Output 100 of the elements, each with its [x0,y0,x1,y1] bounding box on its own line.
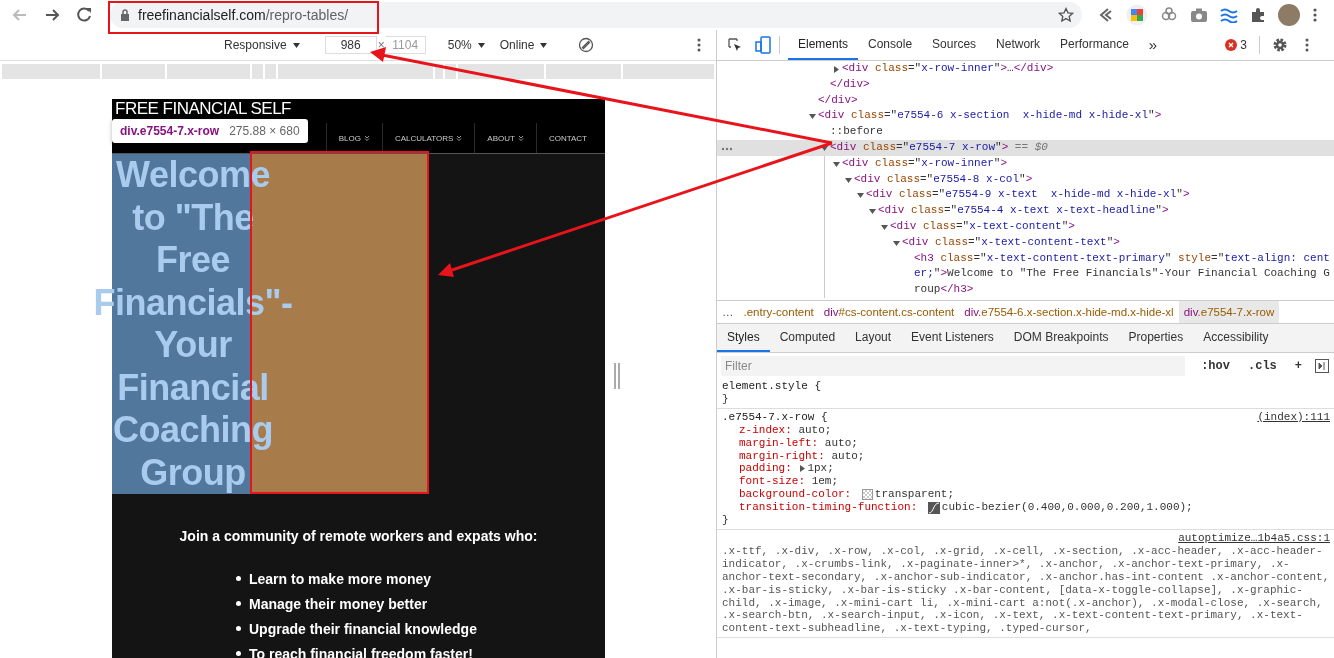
expand-arrow-icon[interactable] [831,65,841,74]
devtools-tab[interactable]: Performance [1050,30,1139,60]
resize-handle[interactable] [614,363,620,389]
zoom-dropdown[interactable]: 50% [443,36,490,54]
dom-node[interactable]: <div class="x-text-content-text"> [717,234,1334,251]
styles-tab[interactable]: Styles [717,324,770,352]
color-swatch[interactable] [861,489,873,501]
address-bar[interactable]: freefinancialself.com/repro-tables/ [110,2,1082,28]
puzzle-icon[interactable] [1250,7,1266,23]
styles-tab[interactable]: Computed [769,324,846,352]
dropdown-arrow-icon[interactable] [539,40,549,50]
toolbar-button[interactable]: :hov [1199,358,1232,373]
dom-node[interactable]: <div class="x-row-inner"> [717,155,1334,172]
menu-icon[interactable] [1312,7,1318,23]
dom-node[interactable]: </div> [717,76,1334,93]
toolbar-button[interactable]: .cls [1246,358,1279,373]
source-link[interactable]: (index):111 [1257,410,1330,424]
breadcrumb[interactable]: .entry-content [738,301,819,323]
double-chevron-icon [456,135,463,141]
inspect-icon[interactable] [727,37,743,53]
avatar-icon[interactable] [1278,4,1300,26]
closing-brace: } [722,392,730,406]
css-declaration[interactable]: transition-timing-function: cubic-bezier(0.400,0.000,0.200,1.000); [722,501,1330,515]
headline-line: Group [140,451,246,494]
breadcrumb[interactable]: div.e7554-7.x-row [1178,301,1280,323]
nav-link[interactable]: BLOG [325,123,382,153]
expand-arrow-icon[interactable] [831,159,841,169]
site-logo[interactable]: FREE FINANCIAL SELF [112,99,291,118]
throttling-dropdown[interactable]: Online [495,36,553,54]
nav-link[interactable]: CALCULATORS [381,123,475,153]
breadcrumb[interactable]: … [717,301,739,323]
expand-arrow-icon[interactable] [867,207,877,217]
expand-arrow-icon[interactable] [891,238,901,248]
css-selector: element.style { [722,380,822,393]
easing-icon[interactable] [927,501,940,514]
dom-node[interactable]: </div> [717,92,1334,109]
devtools-tab[interactable]: Elements [788,30,859,60]
rotate-icon[interactable] [578,37,595,53]
nav-link[interactable]: ABOUT [474,123,536,153]
dom-node[interactable]: <h3 class="x-text-content-text-primary" style="text-align: center;">Welcome to "The Free Financials"-Your Financial Coaching Group</h3> [717,250,1334,298]
expand-arrow-icon[interactable] [798,464,808,474]
bullet-icon [236,576,241,581]
width-field[interactable]: 986 [324,36,377,54]
reload-icon[interactable] [74,5,94,25]
closing-brace: } [722,514,730,527]
extension-icon[interactable] [1220,7,1238,23]
devtools-tab[interactable]: Console [858,30,923,60]
dom-node[interactable]: <div class="x-text-content"> [717,218,1334,235]
media-query-bar[interactable] [2,64,714,79]
lock-icon [120,9,130,21]
error-icon [1225,39,1238,51]
sidebar-toggle-icon[interactable] [1314,357,1330,374]
css-declaration[interactable]: margin-right: auto; [722,449,1330,463]
dropdown-arrow-icon[interactable] [476,40,486,50]
styles-tab[interactable]: Accessibility [1193,324,1279,352]
device-dropdown[interactable]: Responsive [220,36,305,54]
more-icon[interactable] [721,147,733,151]
expand-arrow-icon[interactable] [807,112,817,122]
styles-tab[interactable]: Layout [845,324,902,352]
styles-tab[interactable]: Properties [1118,324,1194,352]
tooltip-selector: div.e7554-7.x-row [120,124,220,138]
dom-node[interactable]: <div class="e7554-7 x-row"> == $0 [717,140,1334,156]
dom-node[interactable]: <div class="e7554-9 x-text x-hide-md x-hide-xl"> [717,187,1334,204]
list-item-text: To reach financial freedom faster! [249,645,473,658]
dom-node[interactable]: <div class="e7554-4 x-text x-text-headline"> [717,203,1334,219]
dom-node[interactable]: <div class="x-row-inner">…</div> [717,61,1334,77]
devtools-tab[interactable]: Sources [922,30,987,60]
toolbar-button[interactable]: + [1292,358,1304,373]
dom-node[interactable]: <div class="e7554-6 x-section x-hide-md x-hide-xl"> [717,108,1334,125]
styles-tab[interactable]: Event Listeners [901,324,1004,352]
device-toolbar-icon[interactable] [755,36,771,54]
nav-link[interactable]: CONTACT [535,123,599,153]
dom-node[interactable]: <div class="e7554-8 x-col"> [717,171,1334,188]
error-count[interactable]: 3 [1225,38,1247,52]
more-tabs-button[interactable]: » [1138,30,1168,60]
css-selector: .e7554-7.x-row { [722,410,828,424]
breadcrumb[interactable]: div.e7554-6.x-section.x-hide-md.x-hide-xl [959,301,1179,323]
filter-field[interactable]: Filter [721,355,1186,376]
css-declaration[interactable]: background-color: transparent; [722,488,1330,502]
star-icon[interactable] [1058,7,1074,23]
double-chevron-icon [517,135,524,141]
dropdown-arrow-icon[interactable] [291,40,301,50]
extension-icon[interactable] [1126,4,1148,26]
settings-icon[interactable] [1272,37,1288,53]
more-icon[interactable] [1304,37,1310,53]
more-icon[interactable] [696,37,702,53]
camera-icon[interactable] [1190,7,1208,23]
css-declaration[interactable]: z-index: auto; [722,423,1330,437]
styles-tab[interactable]: DOM Breakpoints [1003,324,1119,352]
css-declaration[interactable]: padding: 1px; [722,462,1330,476]
devtools-tab[interactable]: Network [986,30,1051,60]
expand-arrow-icon[interactable] [879,222,889,232]
css-declaration[interactable]: font-size: 1em; [722,475,1330,489]
bullet-icon [236,601,241,606]
expand-arrow-icon[interactable] [855,191,865,201]
source-link[interactable]: autoptimize…1b4a5.css:1 [1178,531,1330,545]
expand-arrow-icon[interactable] [843,175,853,185]
dom-node[interactable]: ::before [717,124,1334,140]
breadcrumb[interactable]: div#cs-content.cs-content [818,301,960,323]
css-declaration[interactable]: margin-left: auto; [722,436,1330,450]
